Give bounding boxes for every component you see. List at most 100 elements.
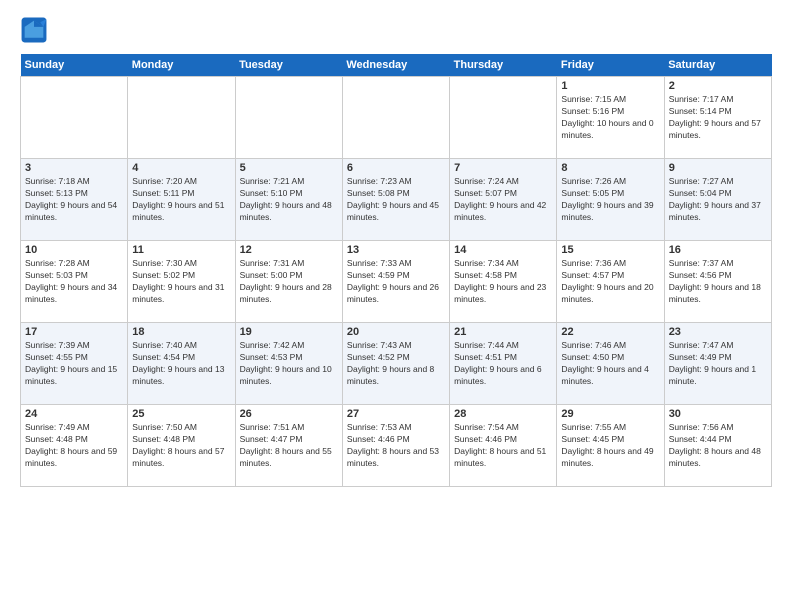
day-info: Sunrise: 7:54 AM Sunset: 4:46 PM Dayligh… — [454, 422, 552, 470]
day-info: Sunrise: 7:21 AM Sunset: 5:10 PM Dayligh… — [240, 176, 338, 224]
day-info: Sunrise: 7:18 AM Sunset: 5:13 PM Dayligh… — [25, 176, 123, 224]
day-info: Sunrise: 7:33 AM Sunset: 4:59 PM Dayligh… — [347, 258, 445, 306]
calendar-cell — [235, 77, 342, 159]
day-info: Sunrise: 7:24 AM Sunset: 5:07 PM Dayligh… — [454, 176, 552, 224]
calendar-cell: 20 Sunrise: 7:43 AM Sunset: 4:52 PM Dayli… — [342, 323, 449, 405]
calendar-cell: 1 Sunrise: 7:15 AM Sunset: 5:16 PM Daylig… — [557, 77, 664, 159]
day-header-sunday: Sunday — [21, 54, 128, 77]
calendar-cell: 16 Sunrise: 7:37 AM Sunset: 4:56 PM Dayli… — [664, 241, 771, 323]
day-number: 11 — [132, 244, 230, 256]
calendar-cell: 11Sunrise: 7:30 AM Sunset: 5:02 PM Dayli… — [128, 241, 235, 323]
calendar-cell: 14 Sunrise: 7:34 AM Sunset: 4:58 PM Dayli… — [450, 241, 557, 323]
day-info: Sunrise: 7:51 AM Sunset: 4:47 PM Dayligh… — [240, 422, 338, 470]
calendar-cell: 21 Sunrise: 7:44 AM Sunset: 4:51 PM Dayli… — [450, 323, 557, 405]
day-info: Sunrise: 7:15 AM Sunset: 5:16 PM Dayligh… — [561, 94, 659, 142]
day-info: Sunrise: 7:23 AM Sunset: 5:08 PM Dayligh… — [347, 176, 445, 224]
day-number: 25 — [132, 408, 230, 420]
calendar-cell: 24 Sunrise: 7:49 AM Sunset: 4:48 PM Dayli… — [21, 405, 128, 487]
calendar-cell: 3 Sunrise: 7:18 AM Sunset: 5:13 PM Daylig… — [21, 159, 128, 241]
day-header-monday: Monday — [128, 54, 235, 77]
calendar-cell: 26 Sunrise: 7:51 AM Sunset: 4:47 PM Dayli… — [235, 405, 342, 487]
day-info: Sunrise: 7:31 AM Sunset: 5:00 PM Dayligh… — [240, 258, 338, 306]
week-row-3: 10Sunrise: 7:28 AM Sunset: 5:03 PM Dayli… — [21, 241, 772, 323]
calendar-cell: 27Sunrise: 7:53 AM Sunset: 4:46 PM Dayli… — [342, 405, 449, 487]
day-info: Sunrise: 7:27 AM Sunset: 5:04 PM Dayligh… — [669, 176, 767, 224]
calendar-cell: 15Sunrise: 7:36 AM Sunset: 4:57 PM Dayli… — [557, 241, 664, 323]
day-number: 24 — [25, 408, 123, 420]
calendar-cell: 17 Sunrise: 7:39 AM Sunset: 4:55 PM Dayli… — [21, 323, 128, 405]
day-info: Sunrise: 7:49 AM Sunset: 4:48 PM Dayligh… — [25, 422, 123, 470]
calendar-cell: 22 Sunrise: 7:46 AM Sunset: 4:50 PM Dayli… — [557, 323, 664, 405]
calendar-cell: 30Sunrise: 7:56 AM Sunset: 4:44 PM Dayli… — [664, 405, 771, 487]
day-info: Sunrise: 7:37 AM Sunset: 4:56 PM Dayligh… — [669, 258, 767, 306]
calendar-cell: 12 Sunrise: 7:31 AM Sunset: 5:00 PM Dayli… — [235, 241, 342, 323]
day-info: Sunrise: 7:47 AM Sunset: 4:49 PM Dayligh… — [669, 340, 767, 388]
day-header-thursday: Thursday — [450, 54, 557, 77]
calendar-table: SundayMondayTuesdayWednesdayThursdayFrid… — [20, 54, 772, 487]
calendar-cell: 8 Sunrise: 7:26 AM Sunset: 5:05 PM Daylig… — [557, 159, 664, 241]
calendar-cell: 9 Sunrise: 7:27 AM Sunset: 5:04 PM Daylig… — [664, 159, 771, 241]
day-number: 21 — [454, 326, 552, 338]
day-number: 2 — [669, 80, 767, 92]
calendar-cell: 5 Sunrise: 7:21 AM Sunset: 5:10 PM Daylig… — [235, 159, 342, 241]
calendar-cell: 7 Sunrise: 7:24 AM Sunset: 5:07 PM Daylig… — [450, 159, 557, 241]
header — [20, 16, 772, 44]
day-header-saturday: Saturday — [664, 54, 771, 77]
day-number: 5 — [240, 162, 338, 174]
day-number: 28 — [454, 408, 552, 420]
day-info: Sunrise: 7:55 AM Sunset: 4:45 PM Dayligh… — [561, 422, 659, 470]
day-number: 13 — [347, 244, 445, 256]
week-row-1: 1 Sunrise: 7:15 AM Sunset: 5:16 PM Daylig… — [21, 77, 772, 159]
calendar-cell: 6Sunrise: 7:23 AM Sunset: 5:08 PM Daylig… — [342, 159, 449, 241]
day-info: Sunrise: 7:20 AM Sunset: 5:11 PM Dayligh… — [132, 176, 230, 224]
calendar-cell: 13 Sunrise: 7:33 AM Sunset: 4:59 PM Dayli… — [342, 241, 449, 323]
day-number: 14 — [454, 244, 552, 256]
day-number: 12 — [240, 244, 338, 256]
day-number: 22 — [561, 326, 659, 338]
day-number: 29 — [561, 408, 659, 420]
day-number: 18 — [132, 326, 230, 338]
day-info: Sunrise: 7:53 AM Sunset: 4:46 PM Dayligh… — [347, 422, 445, 470]
calendar-cell: 10Sunrise: 7:28 AM Sunset: 5:03 PM Dayli… — [21, 241, 128, 323]
day-number: 3 — [25, 162, 123, 174]
day-number: 23 — [669, 326, 767, 338]
calendar-cell: 4 Sunrise: 7:20 AM Sunset: 5:11 PM Daylig… — [128, 159, 235, 241]
day-info: Sunrise: 7:39 AM Sunset: 4:55 PM Dayligh… — [25, 340, 123, 388]
day-info: Sunrise: 7:36 AM Sunset: 4:57 PM Dayligh… — [561, 258, 659, 306]
calendar-cell — [128, 77, 235, 159]
day-info: Sunrise: 7:56 AM Sunset: 4:44 PM Dayligh… — [669, 422, 767, 470]
calendar-cell: 25 Sunrise: 7:50 AM Sunset: 4:48 PM Dayli… — [128, 405, 235, 487]
day-info: Sunrise: 7:42 AM Sunset: 4:53 PM Dayligh… — [240, 340, 338, 388]
day-info: Sunrise: 7:44 AM Sunset: 4:51 PM Dayligh… — [454, 340, 552, 388]
day-number: 10 — [25, 244, 123, 256]
day-info: Sunrise: 7:17 AM Sunset: 5:14 PM Dayligh… — [669, 94, 767, 142]
day-number: 16 — [669, 244, 767, 256]
days-header-row: SundayMondayTuesdayWednesdayThursdayFrid… — [21, 54, 772, 77]
day-number: 17 — [25, 326, 123, 338]
day-number: 20 — [347, 326, 445, 338]
day-number: 26 — [240, 408, 338, 420]
logo-icon — [20, 16, 48, 44]
day-info: Sunrise: 7:43 AM Sunset: 4:52 PM Dayligh… — [347, 340, 445, 388]
day-info: Sunrise: 7:46 AM Sunset: 4:50 PM Dayligh… — [561, 340, 659, 388]
day-info: Sunrise: 7:50 AM Sunset: 4:48 PM Dayligh… — [132, 422, 230, 470]
calendar-cell — [21, 77, 128, 159]
day-info: Sunrise: 7:40 AM Sunset: 4:54 PM Dayligh… — [132, 340, 230, 388]
day-number: 19 — [240, 326, 338, 338]
calendar-cell: 19 Sunrise: 7:42 AM Sunset: 4:53 PM Dayli… — [235, 323, 342, 405]
calendar-cell: 23 Sunrise: 7:47 AM Sunset: 4:49 PM Dayli… — [664, 323, 771, 405]
day-info: Sunrise: 7:26 AM Sunset: 5:05 PM Dayligh… — [561, 176, 659, 224]
day-number: 8 — [561, 162, 659, 174]
day-number: 1 — [561, 80, 659, 92]
calendar-cell: 18 Sunrise: 7:40 AM Sunset: 4:54 PM Dayli… — [128, 323, 235, 405]
day-number: 4 — [132, 162, 230, 174]
day-info: Sunrise: 7:34 AM Sunset: 4:58 PM Dayligh… — [454, 258, 552, 306]
day-header-tuesday: Tuesday — [235, 54, 342, 77]
week-row-5: 24 Sunrise: 7:49 AM Sunset: 4:48 PM Dayli… — [21, 405, 772, 487]
day-number: 9 — [669, 162, 767, 174]
week-row-2: 3 Sunrise: 7:18 AM Sunset: 5:13 PM Daylig… — [21, 159, 772, 241]
calendar-cell — [342, 77, 449, 159]
calendar-cell: 2 Sunrise: 7:17 AM Sunset: 5:14 PM Daylig… — [664, 77, 771, 159]
day-number: 7 — [454, 162, 552, 174]
day-header-friday: Friday — [557, 54, 664, 77]
